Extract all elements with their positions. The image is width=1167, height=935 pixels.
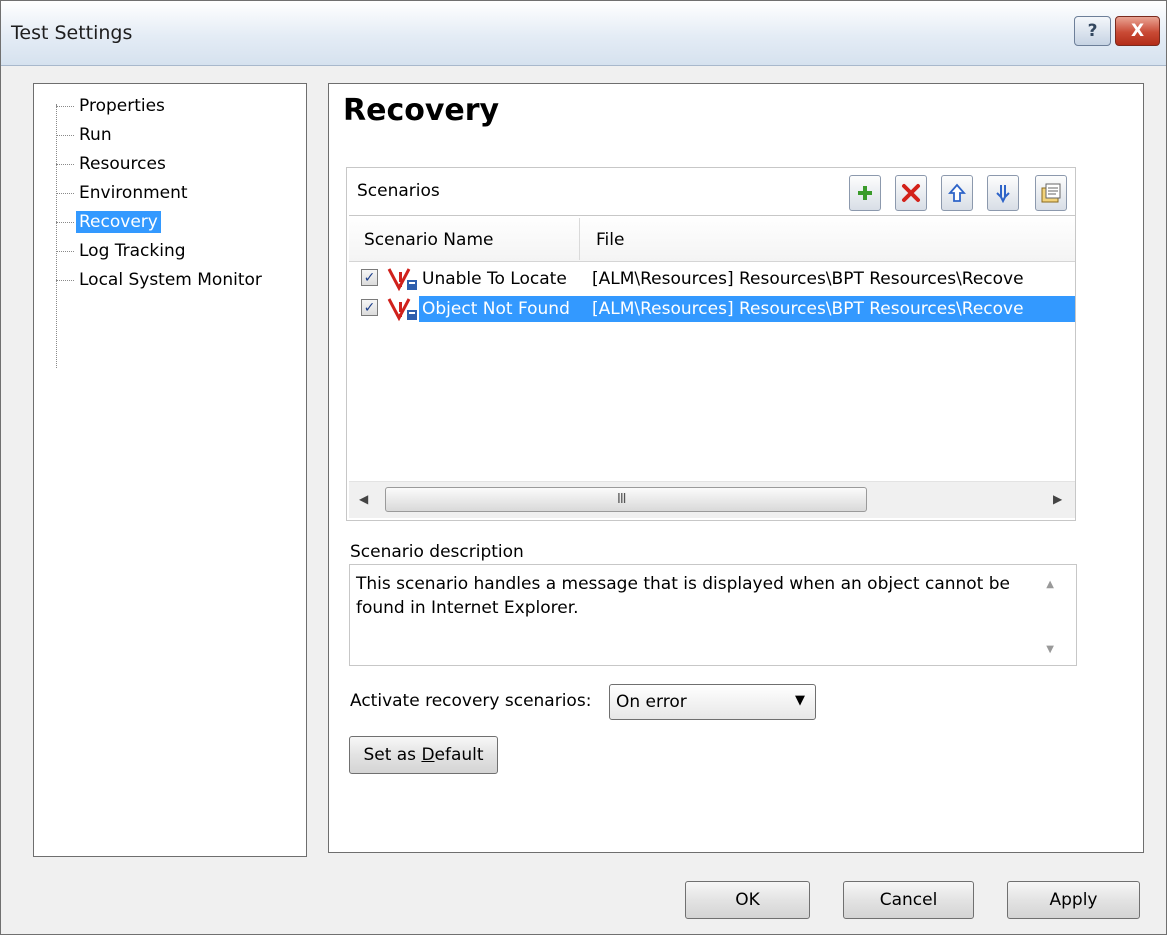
scenario-name: Unable To Locate <box>422 269 567 289</box>
scenario-description-box[interactable]: This scenario handles a message that is … <box>349 564 1077 666</box>
help-button[interactable]: ? <box>1074 16 1111 46</box>
set-as-default-button[interactable]: Set as Default <box>349 736 498 774</box>
nav-item-local-system-monitor[interactable]: Local System Monitor <box>56 266 265 294</box>
cancel-button[interactable]: Cancel <box>843 881 974 919</box>
scenario-description-label: Scenario description <box>350 542 524 562</box>
scenario-checkbox[interactable]: ✓ <box>361 299 378 316</box>
horizontal-scrollbar[interactable]: ◀ III ▶ <box>349 481 1075 518</box>
properties-icon <box>1041 183 1061 203</box>
list-header: Scenario Name File <box>349 216 1075 262</box>
scenario-description-text: This scenario handles a message that is … <box>356 574 1011 618</box>
nav-item-label: Log Tracking <box>79 241 186 261</box>
nav-item-resources[interactable]: Resources <box>56 150 169 178</box>
close-button[interactable]: X <box>1115 16 1160 46</box>
scenarios-list: Scenario Name File ✓ Unable To Locate [A… <box>349 215 1075 520</box>
activate-recovery-label: Activate recovery scenarios: <box>350 691 592 711</box>
page-title: Recovery <box>343 93 500 128</box>
scenario-name: Object Not Found <box>419 296 582 322</box>
nav-item-environment[interactable]: Environment <box>56 179 191 207</box>
nav-item-label: Properties <box>79 96 165 116</box>
title-bar: Test Settings ? X <box>1 1 1166 66</box>
scenario-properties-button[interactable] <box>1035 175 1067 211</box>
ok-button[interactable]: OK <box>685 881 810 919</box>
settings-nav-tree: Properties Run Resources Environment Rec… <box>33 83 307 857</box>
arrow-up-icon <box>948 183 966 202</box>
table-row[interactable]: ✓ Object Not Found [ALM\Resources] Resou… <box>349 293 1075 323</box>
chevron-down-icon: ▼ <box>795 693 805 708</box>
recovery-scenario-icon <box>387 268 417 292</box>
nav-item-label: Resources <box>79 154 166 174</box>
arrow-down-icon <box>996 185 1010 203</box>
nav-item-log-tracking[interactable]: Log Tracking <box>56 237 189 265</box>
table-row[interactable]: ✓ Unable To Locate [ALM\Resources] Resou… <box>349 263 1075 293</box>
column-header-scenario-name[interactable]: Scenario Name <box>364 230 493 250</box>
nav-item-properties[interactable]: Properties <box>56 92 168 120</box>
scenario-checkbox[interactable]: ✓ <box>361 269 378 286</box>
add-scenario-button[interactable] <box>849 175 881 211</box>
move-up-button[interactable] <box>941 175 973 211</box>
nav-item-label: Recovery <box>76 211 161 233</box>
delete-x-icon <box>902 184 920 202</box>
test-settings-dialog: Test Settings ? X Properties Run Resourc… <box>0 0 1167 935</box>
activate-recovery-value: On error <box>616 692 687 712</box>
nav-item-run[interactable]: Run <box>56 121 115 149</box>
scenario-file: [ALM\Resources] Resources\BPT Resources\… <box>592 269 1024 289</box>
plus-icon <box>858 186 872 200</box>
apply-button[interactable]: Apply <box>1007 881 1140 919</box>
scroll-up-arrow-icon[interactable]: ▲ <box>1046 579 1054 590</box>
set-as-default-label: Set as Default <box>363 745 484 765</box>
scrollbar-thumb[interactable]: III <box>385 487 867 512</box>
scenario-file: [ALM\Resources] Resources\BPT Resources\… <box>592 299 1024 319</box>
scroll-left-arrow-icon[interactable]: ◀ <box>359 492 368 506</box>
delete-scenario-button[interactable] <box>895 175 927 211</box>
nav-item-label: Local System Monitor <box>79 270 262 290</box>
nav-item-recovery[interactable]: Recovery <box>56 208 161 236</box>
column-header-file[interactable]: File <box>596 230 624 250</box>
move-down-button[interactable] <box>987 175 1019 211</box>
window-title: Test Settings <box>11 22 133 44</box>
nav-item-label: Environment <box>79 183 188 203</box>
scroll-down-arrow-icon[interactable]: ▼ <box>1046 644 1054 655</box>
scroll-right-arrow-icon[interactable]: ▶ <box>1053 492 1062 506</box>
column-separator[interactable] <box>579 218 580 260</box>
recovery-scenario-icon <box>387 298 417 322</box>
activate-recovery-select[interactable]: On error ▼ <box>609 684 816 720</box>
scenarios-label: Scenarios <box>357 181 440 201</box>
scrollbar-grip: III <box>617 492 626 507</box>
nav-item-label: Run <box>79 125 112 145</box>
